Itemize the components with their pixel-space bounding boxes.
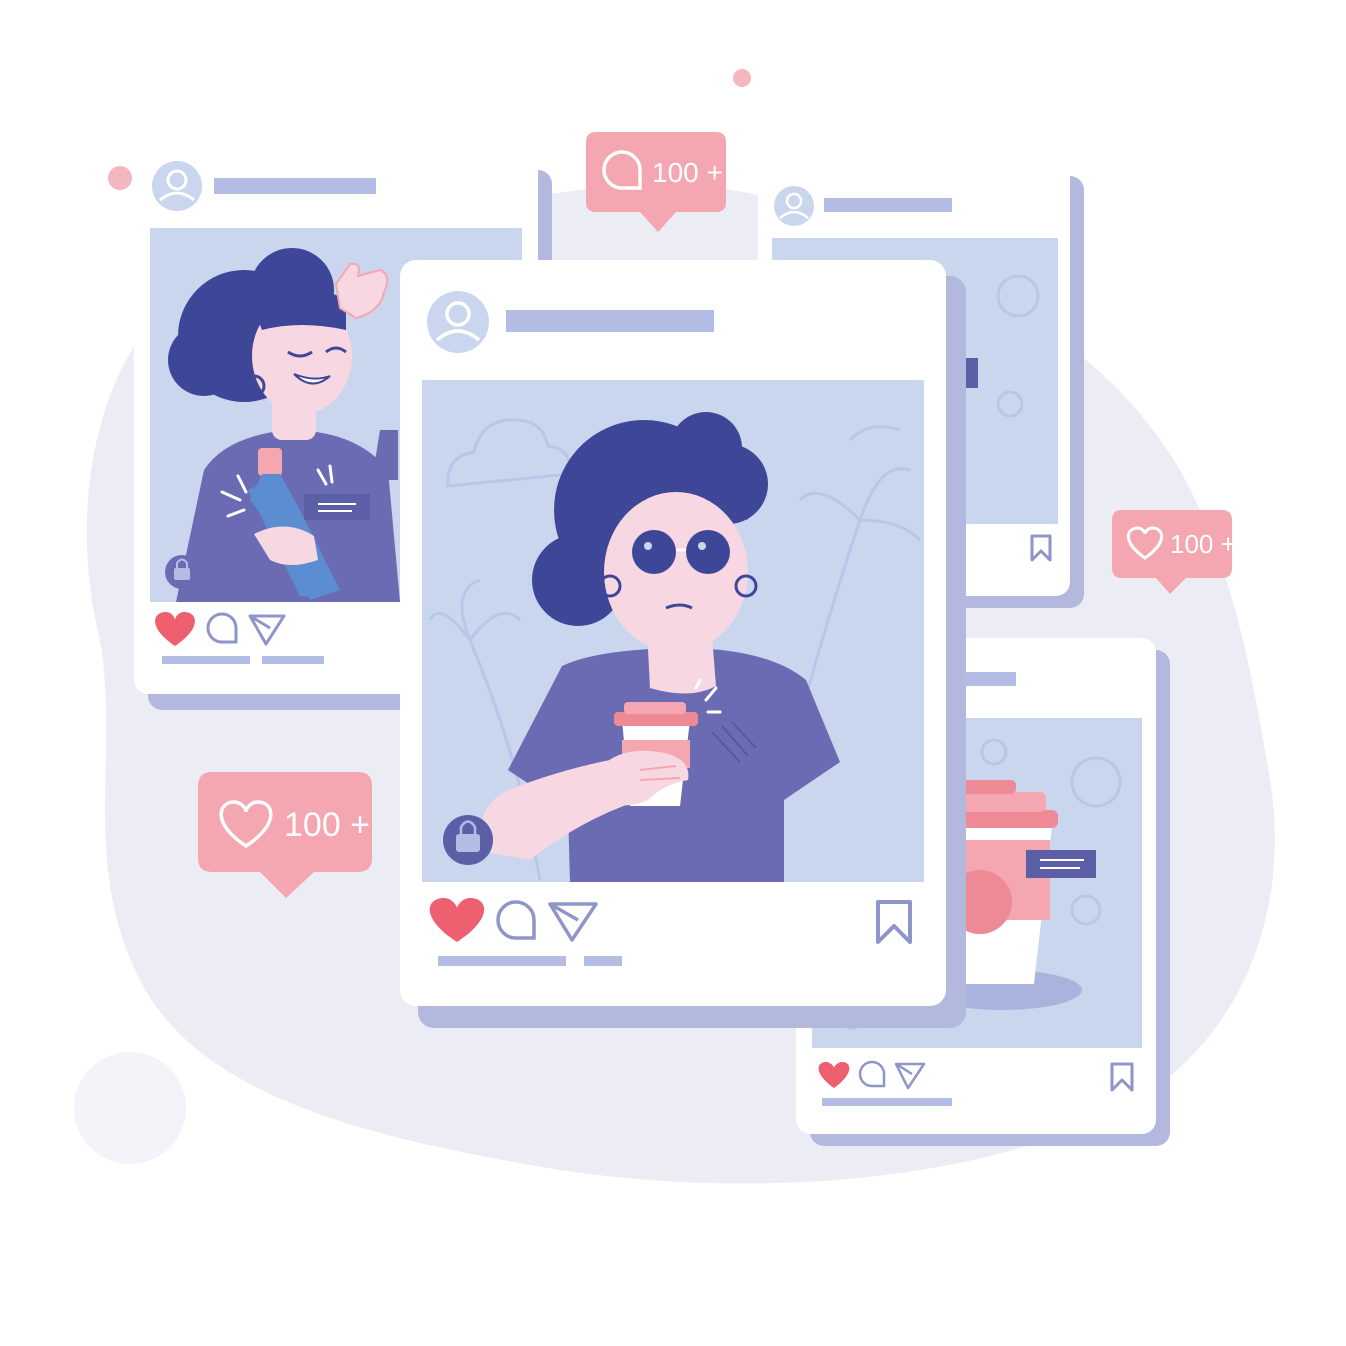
decor-dot-pink-top <box>733 69 751 87</box>
caption-bar <box>262 656 324 664</box>
caption-bar <box>162 656 250 664</box>
comment-count-text: 100 + <box>652 157 723 188</box>
caption-bar <box>584 956 622 966</box>
caption-bar <box>822 1098 952 1106</box>
product-tag[interactable] <box>1026 850 1096 878</box>
like-count-text: 100 + <box>284 806 370 844</box>
like-count-text: 100 + <box>1170 529 1236 559</box>
username-bar <box>824 198 952 212</box>
avatar[interactable] <box>427 291 489 353</box>
caption-bar <box>438 956 566 966</box>
avatar[interactable] <box>774 186 814 226</box>
avatar[interactable] <box>152 161 202 211</box>
username-bar <box>506 310 714 332</box>
post-main[interactable] <box>400 260 966 1028</box>
decor-circle-large <box>74 1052 186 1164</box>
username-bar <box>214 178 376 194</box>
product-tag[interactable] <box>304 494 370 520</box>
decor-dot-pink-left <box>108 166 132 190</box>
shopping-bag-icon[interactable] <box>165 555 199 589</box>
shopping-bag-icon[interactable] <box>443 815 493 865</box>
